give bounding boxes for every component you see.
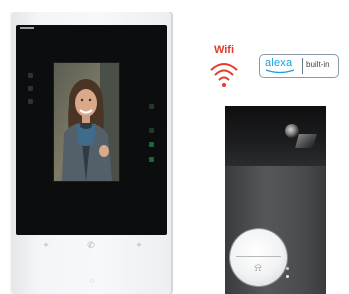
indoor-monitor: + ✆ + ⁘: [9, 12, 173, 294]
outdoor-door-panel: ⍾: [225, 106, 326, 294]
camera-icon[interactable]: [28, 86, 33, 91]
door-lock-icon[interactable]: [149, 104, 154, 109]
button-divider: [236, 256, 281, 257]
alexa-built-in-badge: alexa built-in: [259, 54, 339, 78]
speaker-icon: ⁘: [88, 277, 96, 286]
brand-logo-strip: [20, 27, 34, 29]
settings-icon[interactable]: [28, 99, 33, 104]
menu-icon[interactable]: [28, 73, 33, 78]
handset-icon[interactable]: ✆: [86, 241, 96, 250]
indicator-dot: [286, 275, 289, 278]
indicator-dot: [286, 267, 289, 270]
lens-reflection: [295, 134, 317, 148]
plus-icon[interactable]: +: [134, 241, 144, 250]
plus-icon[interactable]: +: [41, 241, 51, 250]
wifi-label: Wifi: [213, 44, 235, 56]
camera-lens-icon: [285, 124, 299, 138]
visitor-video-image: [54, 63, 119, 181]
status-led-icon: [149, 157, 154, 162]
alexa-smile-icon: [265, 69, 295, 74]
alexa-logo-text: alexa: [265, 57, 293, 69]
badge-divider: [302, 58, 303, 74]
call-button[interactable]: ⍾: [230, 229, 287, 286]
unlock-icon[interactable]: [149, 142, 154, 147]
wifi-badge: Wifi: [206, 44, 242, 94]
built-in-label: built-in: [306, 60, 330, 69]
bell-icon: ⍾: [254, 262, 262, 274]
wifi-icon: [210, 63, 238, 87]
video-screen: [53, 62, 120, 182]
light-icon[interactable]: [149, 128, 154, 133]
